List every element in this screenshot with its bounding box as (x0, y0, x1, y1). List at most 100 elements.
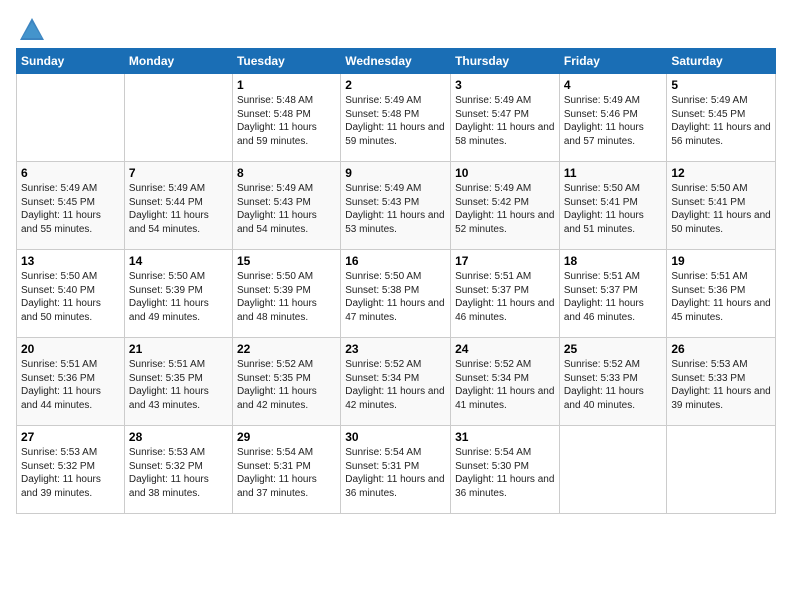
day-number: 7 (129, 166, 228, 180)
calendar-cell: 25 Sunrise: 5:52 AMSunset: 5:33 PMDayligh… (559, 338, 667, 426)
day-number: 30 (345, 430, 446, 444)
day-info: Sunrise: 5:52 AMSunset: 5:33 PMDaylight:… (564, 358, 663, 412)
day-info: Sunrise: 5:49 AMSunset: 5:47 PMDaylight:… (455, 94, 555, 148)
calendar-cell: 6 Sunrise: 5:49 AMSunset: 5:45 PMDaylight… (17, 162, 125, 250)
day-number: 31 (455, 430, 555, 444)
day-info: Sunrise: 5:54 AMSunset: 5:31 PMDaylight:… (237, 446, 336, 500)
calendar-cell: 17 Sunrise: 5:51 AMSunset: 5:37 PMDayligh… (451, 250, 560, 338)
calendar-cell: 30 Sunrise: 5:54 AMSunset: 5:31 PMDayligh… (341, 426, 451, 514)
calendar-cell (667, 426, 776, 514)
day-info: Sunrise: 5:49 AMSunset: 5:45 PMDaylight:… (671, 94, 771, 148)
calendar-cell (124, 74, 232, 162)
day-number: 2 (345, 78, 446, 92)
day-info: Sunrise: 5:50 AMSunset: 5:41 PMDaylight:… (564, 182, 663, 236)
weekday-header-thursday: Thursday (451, 49, 560, 74)
calendar-cell: 29 Sunrise: 5:54 AMSunset: 5:31 PMDayligh… (232, 426, 340, 514)
day-info: Sunrise: 5:53 AMSunset: 5:33 PMDaylight:… (671, 358, 771, 412)
calendar-cell: 5 Sunrise: 5:49 AMSunset: 5:45 PMDaylight… (667, 74, 776, 162)
day-number: 16 (345, 254, 446, 268)
day-info: Sunrise: 5:49 AMSunset: 5:46 PMDaylight:… (564, 94, 663, 148)
weekday-header-tuesday: Tuesday (232, 49, 340, 74)
calendar-cell: 2 Sunrise: 5:49 AMSunset: 5:48 PMDaylight… (341, 74, 451, 162)
calendar-cell: 27 Sunrise: 5:53 AMSunset: 5:32 PMDayligh… (17, 426, 125, 514)
day-info: Sunrise: 5:49 AMSunset: 5:43 PMDaylight:… (345, 182, 446, 236)
calendar-cell: 28 Sunrise: 5:53 AMSunset: 5:32 PMDayligh… (124, 426, 232, 514)
day-info: Sunrise: 5:50 AMSunset: 5:41 PMDaylight:… (671, 182, 771, 236)
calendar-cell: 9 Sunrise: 5:49 AMSunset: 5:43 PMDaylight… (341, 162, 451, 250)
logo (16, 16, 46, 40)
day-info: Sunrise: 5:50 AMSunset: 5:38 PMDaylight:… (345, 270, 446, 324)
day-info: Sunrise: 5:53 AMSunset: 5:32 PMDaylight:… (21, 446, 120, 500)
day-number: 14 (129, 254, 228, 268)
calendar-cell: 31Sunrise: 5:54 AMSunset: 5:30 PMDayligh… (451, 426, 560, 514)
day-number: 8 (237, 166, 336, 180)
day-info: Sunrise: 5:49 AMSunset: 5:45 PMDaylight:… (21, 182, 120, 236)
weekday-header-saturday: Saturday (667, 49, 776, 74)
day-number: 21 (129, 342, 228, 356)
weekday-header-wednesday: Wednesday (341, 49, 451, 74)
calendar-cell: 10 Sunrise: 5:49 AMSunset: 5:42 PMDayligh… (451, 162, 560, 250)
day-number: 22 (237, 342, 336, 356)
day-number: 10 (455, 166, 555, 180)
day-number: 27 (21, 430, 120, 444)
day-number: 4 (564, 78, 663, 92)
weekday-header-sunday: Sunday (17, 49, 125, 74)
day-info: Sunrise: 5:49 AMSunset: 5:43 PMDaylight:… (237, 182, 336, 236)
day-number: 15 (237, 254, 336, 268)
day-info: Sunrise: 5:50 AMSunset: 5:39 PMDaylight:… (237, 270, 336, 324)
day-info: Sunrise: 5:49 AMSunset: 5:42 PMDaylight:… (455, 182, 555, 236)
day-number: 6 (21, 166, 120, 180)
calendar-cell: 16 Sunrise: 5:50 AMSunset: 5:38 PMDayligh… (341, 250, 451, 338)
day-number: 25 (564, 342, 663, 356)
day-number: 1 (237, 78, 336, 92)
day-number: 28 (129, 430, 228, 444)
calendar-cell: 14Sunrise: 5:50 AMSunset: 5:39 PMDayligh… (124, 250, 232, 338)
calendar-cell: 7 Sunrise: 5:49 AMSunset: 5:44 PMDaylight… (124, 162, 232, 250)
day-number: 17 (455, 254, 555, 268)
calendar-table: SundayMondayTuesdayWednesdayThursdayFrid… (16, 48, 776, 514)
calendar-cell (559, 426, 667, 514)
day-info: Sunrise: 5:52 AMSunset: 5:34 PMDaylight:… (345, 358, 446, 412)
day-number: 13 (21, 254, 120, 268)
calendar-cell: 22 Sunrise: 5:52 AMSunset: 5:35 PMDayligh… (232, 338, 340, 426)
page-header (16, 16, 776, 40)
day-info: Sunrise: 5:51 AMSunset: 5:36 PMDaylight:… (671, 270, 771, 324)
day-info: Sunrise: 5:49 AMSunset: 5:44 PMDaylight:… (129, 182, 228, 236)
day-number: 3 (455, 78, 555, 92)
day-info: Sunrise: 5:49 AMSunset: 5:48 PMDaylight:… (345, 94, 446, 148)
day-number: 19 (671, 254, 771, 268)
day-number: 26 (671, 342, 771, 356)
calendar-cell: 4 Sunrise: 5:49 AMSunset: 5:46 PMDaylight… (559, 74, 667, 162)
day-info: Sunrise: 5:54 AMSunset: 5:31 PMDaylight:… (345, 446, 446, 500)
day-number: 5 (671, 78, 771, 92)
day-number: 11 (564, 166, 663, 180)
day-info: Sunrise: 5:53 AMSunset: 5:32 PMDaylight:… (129, 446, 228, 500)
day-number: 12 (671, 166, 771, 180)
day-number: 24 (455, 342, 555, 356)
calendar-cell: 1 Sunrise: 5:48 AMSunset: 5:48 PMDaylight… (232, 74, 340, 162)
calendar-cell: 18Sunrise: 5:51 AMSunset: 5:37 PMDayligh… (559, 250, 667, 338)
day-info: Sunrise: 5:48 AMSunset: 5:48 PMDaylight:… (237, 94, 336, 148)
day-info: Sunrise: 5:52 AMSunset: 5:35 PMDaylight:… (237, 358, 336, 412)
calendar-cell: 12 Sunrise: 5:50 AMSunset: 5:41 PMDayligh… (667, 162, 776, 250)
calendar-cell: 20 Sunrise: 5:51 AMSunset: 5:36 PMDayligh… (17, 338, 125, 426)
day-number: 20 (21, 342, 120, 356)
day-number: 9 (345, 166, 446, 180)
day-number: 18 (564, 254, 663, 268)
calendar-cell: 19 Sunrise: 5:51 AMSunset: 5:36 PMDayligh… (667, 250, 776, 338)
calendar-cell: 24 Sunrise: 5:52 AMSunset: 5:34 PMDayligh… (451, 338, 560, 426)
calendar-cell: 26 Sunrise: 5:53 AMSunset: 5:33 PMDayligh… (667, 338, 776, 426)
weekday-header-monday: Monday (124, 49, 232, 74)
calendar-cell: 15 Sunrise: 5:50 AMSunset: 5:39 PMDayligh… (232, 250, 340, 338)
calendar-cell: 3 Sunrise: 5:49 AMSunset: 5:47 PMDaylight… (451, 74, 560, 162)
calendar-cell: 11 Sunrise: 5:50 AMSunset: 5:41 PMDayligh… (559, 162, 667, 250)
day-info: Sunrise: 5:52 AMSunset: 5:34 PMDaylight:… (455, 358, 555, 412)
day-info: Sunrise: 5:51 AMSunset: 5:37 PMDaylight:… (455, 270, 555, 324)
day-info: Sunrise: 5:51 AMSunset: 5:36 PMDaylight:… (21, 358, 120, 412)
logo-icon (18, 16, 46, 44)
weekday-header-friday: Friday (559, 49, 667, 74)
calendar-cell: 8 Sunrise: 5:49 AMSunset: 5:43 PMDaylight… (232, 162, 340, 250)
day-number: 29 (237, 430, 336, 444)
calendar-cell: 13 Sunrise: 5:50 AMSunset: 5:40 PMDayligh… (17, 250, 125, 338)
day-info: Sunrise: 5:50 AMSunset: 5:40 PMDaylight:… (21, 270, 120, 324)
